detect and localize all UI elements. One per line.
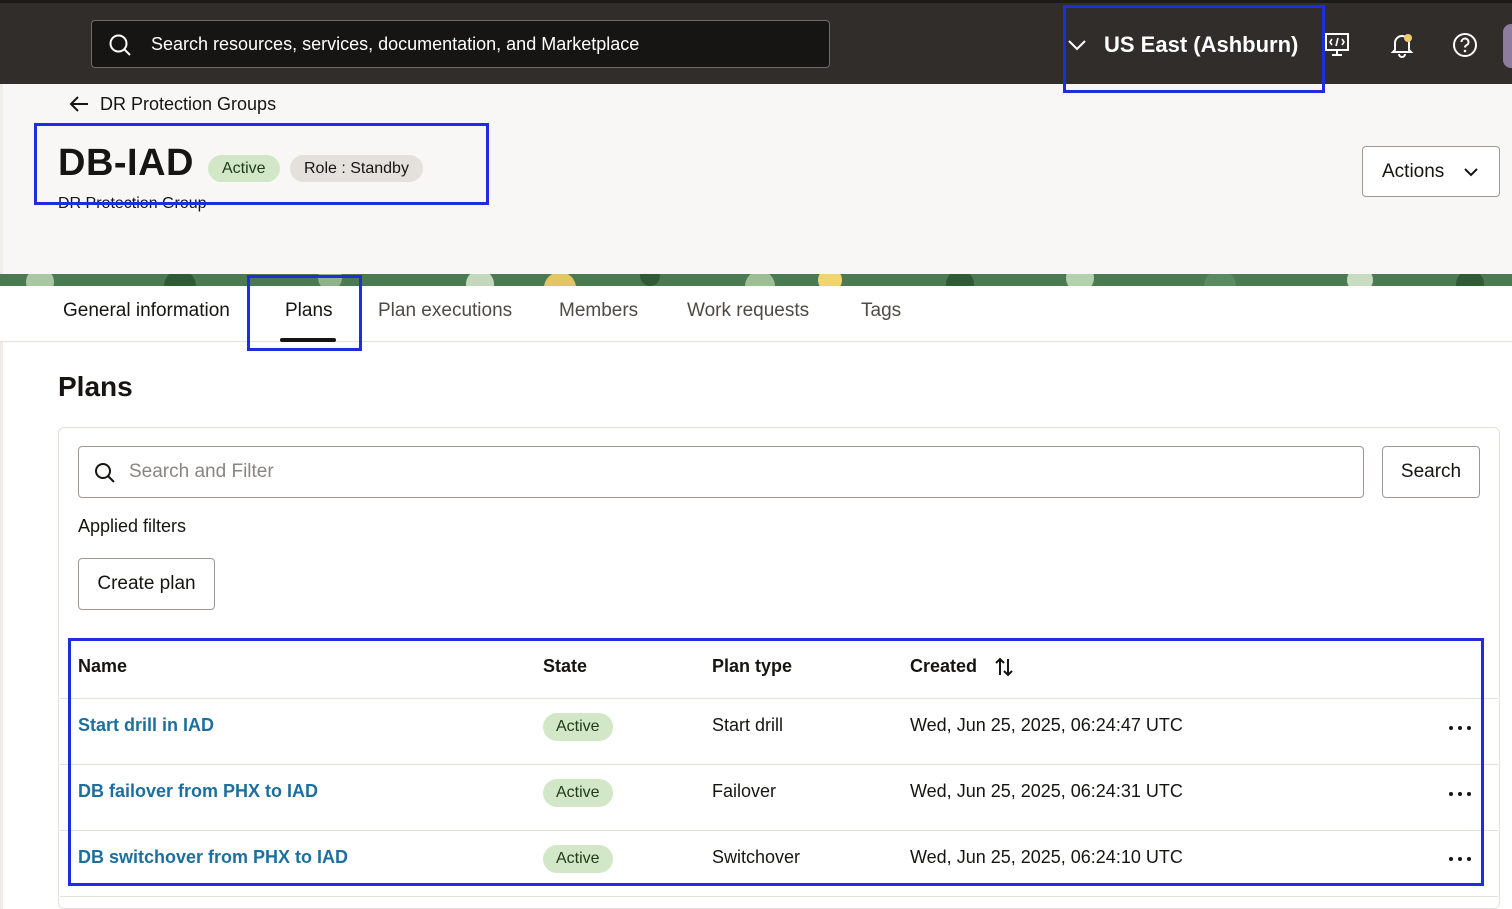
back-arrow-icon [69, 96, 88, 112]
cloud-shell-icon[interactable] [1323, 31, 1351, 59]
create-plan-button[interactable]: Create plan [78, 558, 215, 610]
search-icon [109, 34, 131, 56]
breadcrumb-link[interactable]: DR Protection Groups [100, 94, 276, 115]
global-search-input[interactable]: Search resources, services, documentatio… [91, 20, 830, 68]
tab-tags[interactable]: Tags [861, 300, 901, 322]
top-edge [0, 0, 1512, 3]
help-icon[interactable] [1451, 31, 1479, 59]
actions-menu-button[interactable]: Actions [1362, 146, 1500, 197]
decorative-banner [0, 274, 1512, 286]
tab-work-requests[interactable]: Work requests [687, 300, 809, 322]
breadcrumb[interactable]: DR Protection Groups [68, 93, 276, 115]
bell-icon[interactable] [1388, 31, 1416, 59]
search-filter-input[interactable] [129, 447, 1329, 497]
chevron-down-icon [1464, 167, 1479, 176]
tab-bar: General information Plans Plan execution… [0, 286, 1512, 342]
left-edge [0, 84, 3, 909]
row-divider [60, 896, 1498, 897]
section-title: Plans [58, 371, 133, 402]
search-button[interactable]: Search [1382, 446, 1480, 498]
title-highlight-box [34, 123, 489, 205]
user-avatar[interactable] [1503, 24, 1512, 68]
region-highlight-box [1063, 5, 1325, 93]
search-filter-field[interactable] [78, 446, 1364, 498]
tab-plan-executions[interactable]: Plan executions [378, 300, 512, 322]
plans-table-highlight-box [68, 638, 1484, 886]
applied-filters-label: Applied filters [78, 516, 187, 536]
plans-tab-highlight-box [247, 275, 362, 351]
search-icon [95, 463, 115, 483]
tab-members[interactable]: Members [559, 300, 638, 322]
global-search-placeholder: Search resources, services, documentatio… [151, 34, 640, 54]
actions-label: Actions [1382, 160, 1445, 182]
tab-general-information[interactable]: General information [63, 300, 230, 322]
